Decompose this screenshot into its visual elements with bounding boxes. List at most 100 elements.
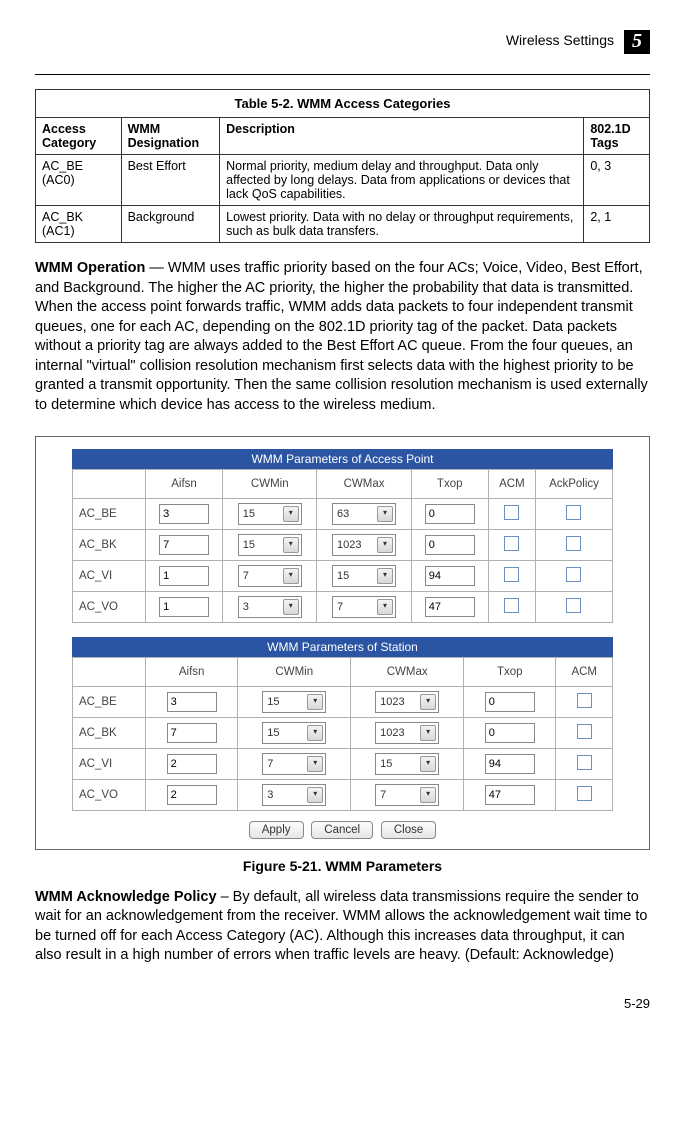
col-ackpolicy: AckPolicy xyxy=(535,469,612,498)
aifsn-input[interactable] xyxy=(167,785,217,805)
table-row: AC_VO 3▾ 7▾ xyxy=(73,591,613,622)
cell: Best Effort xyxy=(121,155,220,206)
cell: 0, 3 xyxy=(584,155,650,206)
cwmax-select[interactable]: 15▾ xyxy=(332,565,396,587)
acm-checkbox[interactable] xyxy=(577,724,592,739)
access-categories-table: Table 5-2. WMM Access Categories Access … xyxy=(35,89,650,243)
table-row: AC_BK 15▾ 1023▾ xyxy=(73,717,613,748)
chapter-badge: 5 xyxy=(624,30,650,54)
ackpolicy-checkbox[interactable] xyxy=(566,536,581,551)
txop-input[interactable] xyxy=(485,692,535,712)
body-text: — WMM uses traffic priority based on the… xyxy=(35,260,648,413)
cwmin-select[interactable]: 3▾ xyxy=(262,784,326,806)
ap-panel-title: WMM Parameters of Access Point xyxy=(72,449,613,469)
apply-button[interactable]: Apply xyxy=(249,821,304,839)
acm-checkbox[interactable] xyxy=(504,536,519,551)
ackpolicy-checkbox[interactable] xyxy=(566,505,581,520)
cwmax-select[interactable]: 7▾ xyxy=(332,596,396,618)
cell: Normal priority, medium delay and throug… xyxy=(220,155,584,206)
cell: AC_BE (AC0) xyxy=(36,155,122,206)
table-row: AC_BK15▾1023▾ xyxy=(73,529,613,560)
col-cwmin: CWMin xyxy=(238,657,351,686)
txop-input[interactable] xyxy=(425,597,475,617)
chevron-down-icon: ▾ xyxy=(377,506,393,522)
wmm-operation-paragraph: WMM Operation — WMM uses traffic priorit… xyxy=(35,259,650,416)
chevron-down-icon: ▾ xyxy=(420,756,436,772)
txop-input[interactable] xyxy=(425,535,475,555)
table-row: AC_BE (AC0) Best Effort Normal priority,… xyxy=(36,155,650,206)
cwmax-select[interactable]: 1023▾ xyxy=(332,534,396,556)
acm-checkbox[interactable] xyxy=(577,755,592,770)
cwmax-select[interactable]: 1023▾ xyxy=(375,691,439,713)
table-row: AC_BE15▾63▾ xyxy=(73,498,613,529)
aifsn-input[interactable] xyxy=(167,754,217,774)
col-cwmax: CWMax xyxy=(351,657,464,686)
row-label: AC_BE xyxy=(73,686,146,717)
col-cwmax: CWMax xyxy=(317,469,411,498)
row-label: AC_BK xyxy=(73,717,146,748)
acm-checkbox[interactable] xyxy=(504,505,519,520)
cwmax-select[interactable]: 15▾ xyxy=(375,753,439,775)
cwmax-select[interactable]: 1023▾ xyxy=(375,722,439,744)
header-title: Wireless Settings xyxy=(506,30,614,48)
cell: Background xyxy=(121,206,220,243)
col-wmm-designation: WMM Designation xyxy=(121,118,220,155)
chevron-down-icon: ▾ xyxy=(283,506,299,522)
cwmin-select[interactable]: 7▾ xyxy=(238,565,302,587)
col-cwmin: CWMin xyxy=(223,469,317,498)
txop-input[interactable] xyxy=(485,785,535,805)
col-access-category: Access Category xyxy=(36,118,122,155)
chevron-down-icon: ▾ xyxy=(307,725,323,741)
cwmin-select[interactable]: 15▾ xyxy=(238,534,302,556)
table-row: AC_BK (AC1) Background Lowest priority. … xyxy=(36,206,650,243)
chevron-down-icon: ▾ xyxy=(283,599,299,615)
txop-input[interactable] xyxy=(485,754,535,774)
cwmin-select[interactable]: 15▾ xyxy=(262,691,326,713)
chevron-down-icon: ▾ xyxy=(283,568,299,584)
row-label: AC_VO xyxy=(73,591,146,622)
table-row: AC_VI 7▾ 15▾ xyxy=(73,748,613,779)
aifsn-input[interactable] xyxy=(159,535,209,555)
acm-checkbox[interactable] xyxy=(504,598,519,613)
cell: AC_BK (AC1) xyxy=(36,206,122,243)
row-label: AC_VO xyxy=(73,779,146,810)
lead-label: WMM Acknowledge Policy xyxy=(35,889,217,905)
cwmax-select[interactable]: 63▾ xyxy=(332,503,396,525)
ackpolicy-checkbox[interactable] xyxy=(566,567,581,582)
acm-checkbox[interactable] xyxy=(577,693,592,708)
cwmax-select[interactable]: 7▾ xyxy=(375,784,439,806)
row-label: AC_VI xyxy=(73,748,146,779)
cell: 2, 1 xyxy=(584,206,650,243)
cell: Lowest priority. Data with no delay or t… xyxy=(220,206,584,243)
aifsn-input[interactable] xyxy=(159,566,209,586)
txop-input[interactable] xyxy=(425,566,475,586)
wmm-ack-policy-paragraph: WMM Acknowledge Policy – By default, all… xyxy=(35,888,650,966)
cwmin-select[interactable]: 15▾ xyxy=(262,722,326,744)
acm-checkbox[interactable] xyxy=(577,786,592,801)
txop-input[interactable] xyxy=(425,504,475,524)
aifsn-input[interactable] xyxy=(167,723,217,743)
aifsn-input[interactable] xyxy=(159,597,209,617)
col-aifsn: Aifsn xyxy=(146,469,223,498)
cwmin-select[interactable]: 3▾ xyxy=(238,596,302,618)
chevron-down-icon: ▾ xyxy=(420,787,436,803)
aifsn-input[interactable] xyxy=(167,692,217,712)
cancel-button[interactable]: Cancel xyxy=(311,821,373,839)
ackpolicy-checkbox[interactable] xyxy=(566,598,581,613)
aifsn-input[interactable] xyxy=(159,504,209,524)
chevron-down-icon: ▾ xyxy=(420,725,436,741)
col-description: Description xyxy=(220,118,584,155)
txop-input[interactable] xyxy=(485,723,535,743)
chevron-down-icon: ▾ xyxy=(307,694,323,710)
figure-caption: Figure 5-21. WMM Parameters xyxy=(35,858,650,874)
cwmin-select[interactable]: 15▾ xyxy=(238,503,302,525)
acm-checkbox[interactable] xyxy=(504,567,519,582)
chevron-down-icon: ▾ xyxy=(377,537,393,553)
col-acm: ACM xyxy=(488,469,535,498)
station-panel-title: WMM Parameters of Station xyxy=(72,637,613,657)
header-divider xyxy=(35,74,650,75)
close-button[interactable]: Close xyxy=(381,821,436,839)
chevron-down-icon: ▾ xyxy=(377,568,393,584)
chevron-down-icon: ▾ xyxy=(420,694,436,710)
cwmin-select[interactable]: 7▾ xyxy=(262,753,326,775)
